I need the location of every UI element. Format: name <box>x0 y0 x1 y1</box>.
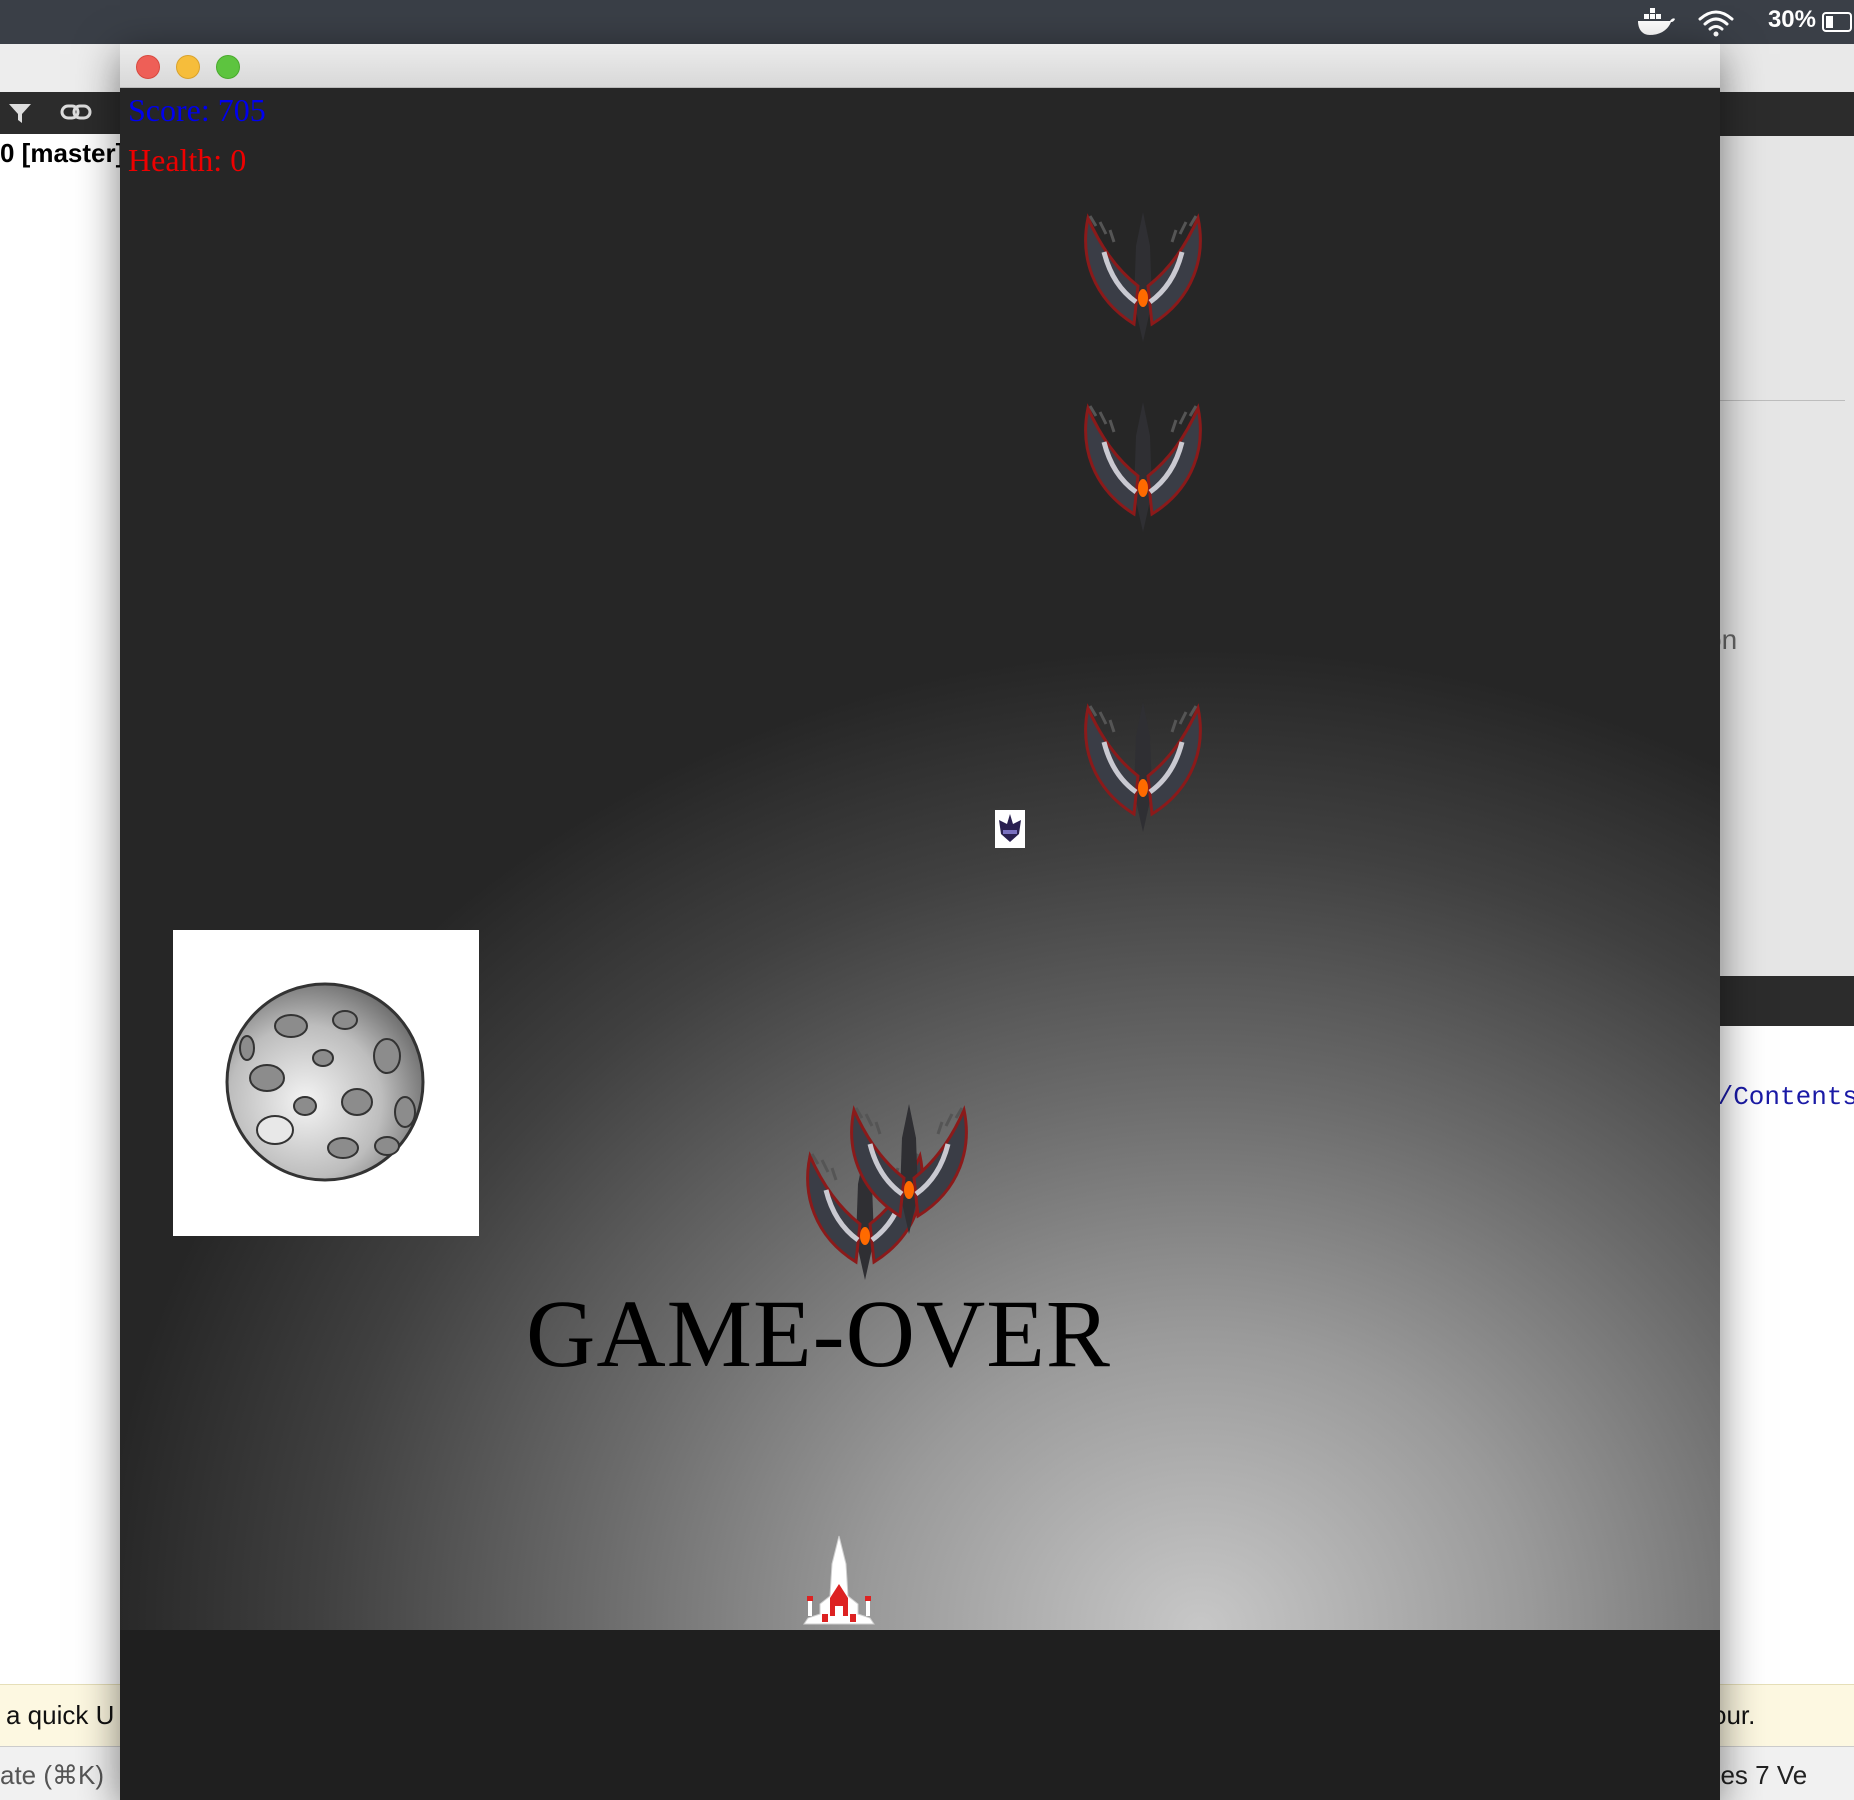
enemy-ship <box>1084 702 1202 832</box>
status-text-right: ges 7 Ve <box>1706 1760 1808 1790</box>
wifi-icon[interactable] <box>1696 8 1736 38</box>
background-toolbar-left <box>0 44 125 92</box>
docker-icon[interactable] <box>1636 8 1676 36</box>
score-label: Score: 705 <box>128 92 266 128</box>
battery-percentage: 30% <box>1767 6 1816 33</box>
background-panel-right <box>1700 136 1854 976</box>
menu-bar: 30% <box>0 0 1854 44</box>
minimize-button[interactable] <box>176 55 200 79</box>
maximize-button[interactable] <box>216 55 240 79</box>
asteroid <box>173 930 479 1236</box>
code-editor-right <box>1700 1026 1854 1686</box>
health-label: Health: 0 <box>128 142 247 178</box>
game-canvas[interactable]: Score: 705 Health: 0 GAME-OVER <box>120 88 1720 1630</box>
mini-ship <box>995 810 1025 848</box>
divider <box>1700 400 1845 401</box>
game-window: Score: 705 Health: 0 GAME-OVER <box>120 44 1720 1800</box>
enemy-ship <box>850 1104 968 1234</box>
enemy-ship <box>1084 402 1202 532</box>
battery-icon[interactable] <box>1822 12 1852 32</box>
git-branch-label: 0 [master] <box>0 138 125 168</box>
player-ship[interactable] <box>800 1534 878 1626</box>
code-path-text: o/Contents <box>1702 1082 1854 1112</box>
filter-icon[interactable] <box>0 96 40 130</box>
link-icon[interactable] <box>56 96 96 130</box>
window-titlebar[interactable] <box>120 44 1720 88</box>
close-button[interactable] <box>136 55 160 79</box>
background-window-left <box>0 44 125 1800</box>
banner-text-left: a quick U <box>6 1700 115 1730</box>
background-strip-right <box>1700 976 1854 1026</box>
game-over-message: GAME-OVER <box>526 1280 1111 1387</box>
enemy-ship <box>1084 212 1202 342</box>
search-placeholder-left: ate (⌘K) <box>0 1760 105 1790</box>
background-toolbar-right <box>1700 92 1854 136</box>
